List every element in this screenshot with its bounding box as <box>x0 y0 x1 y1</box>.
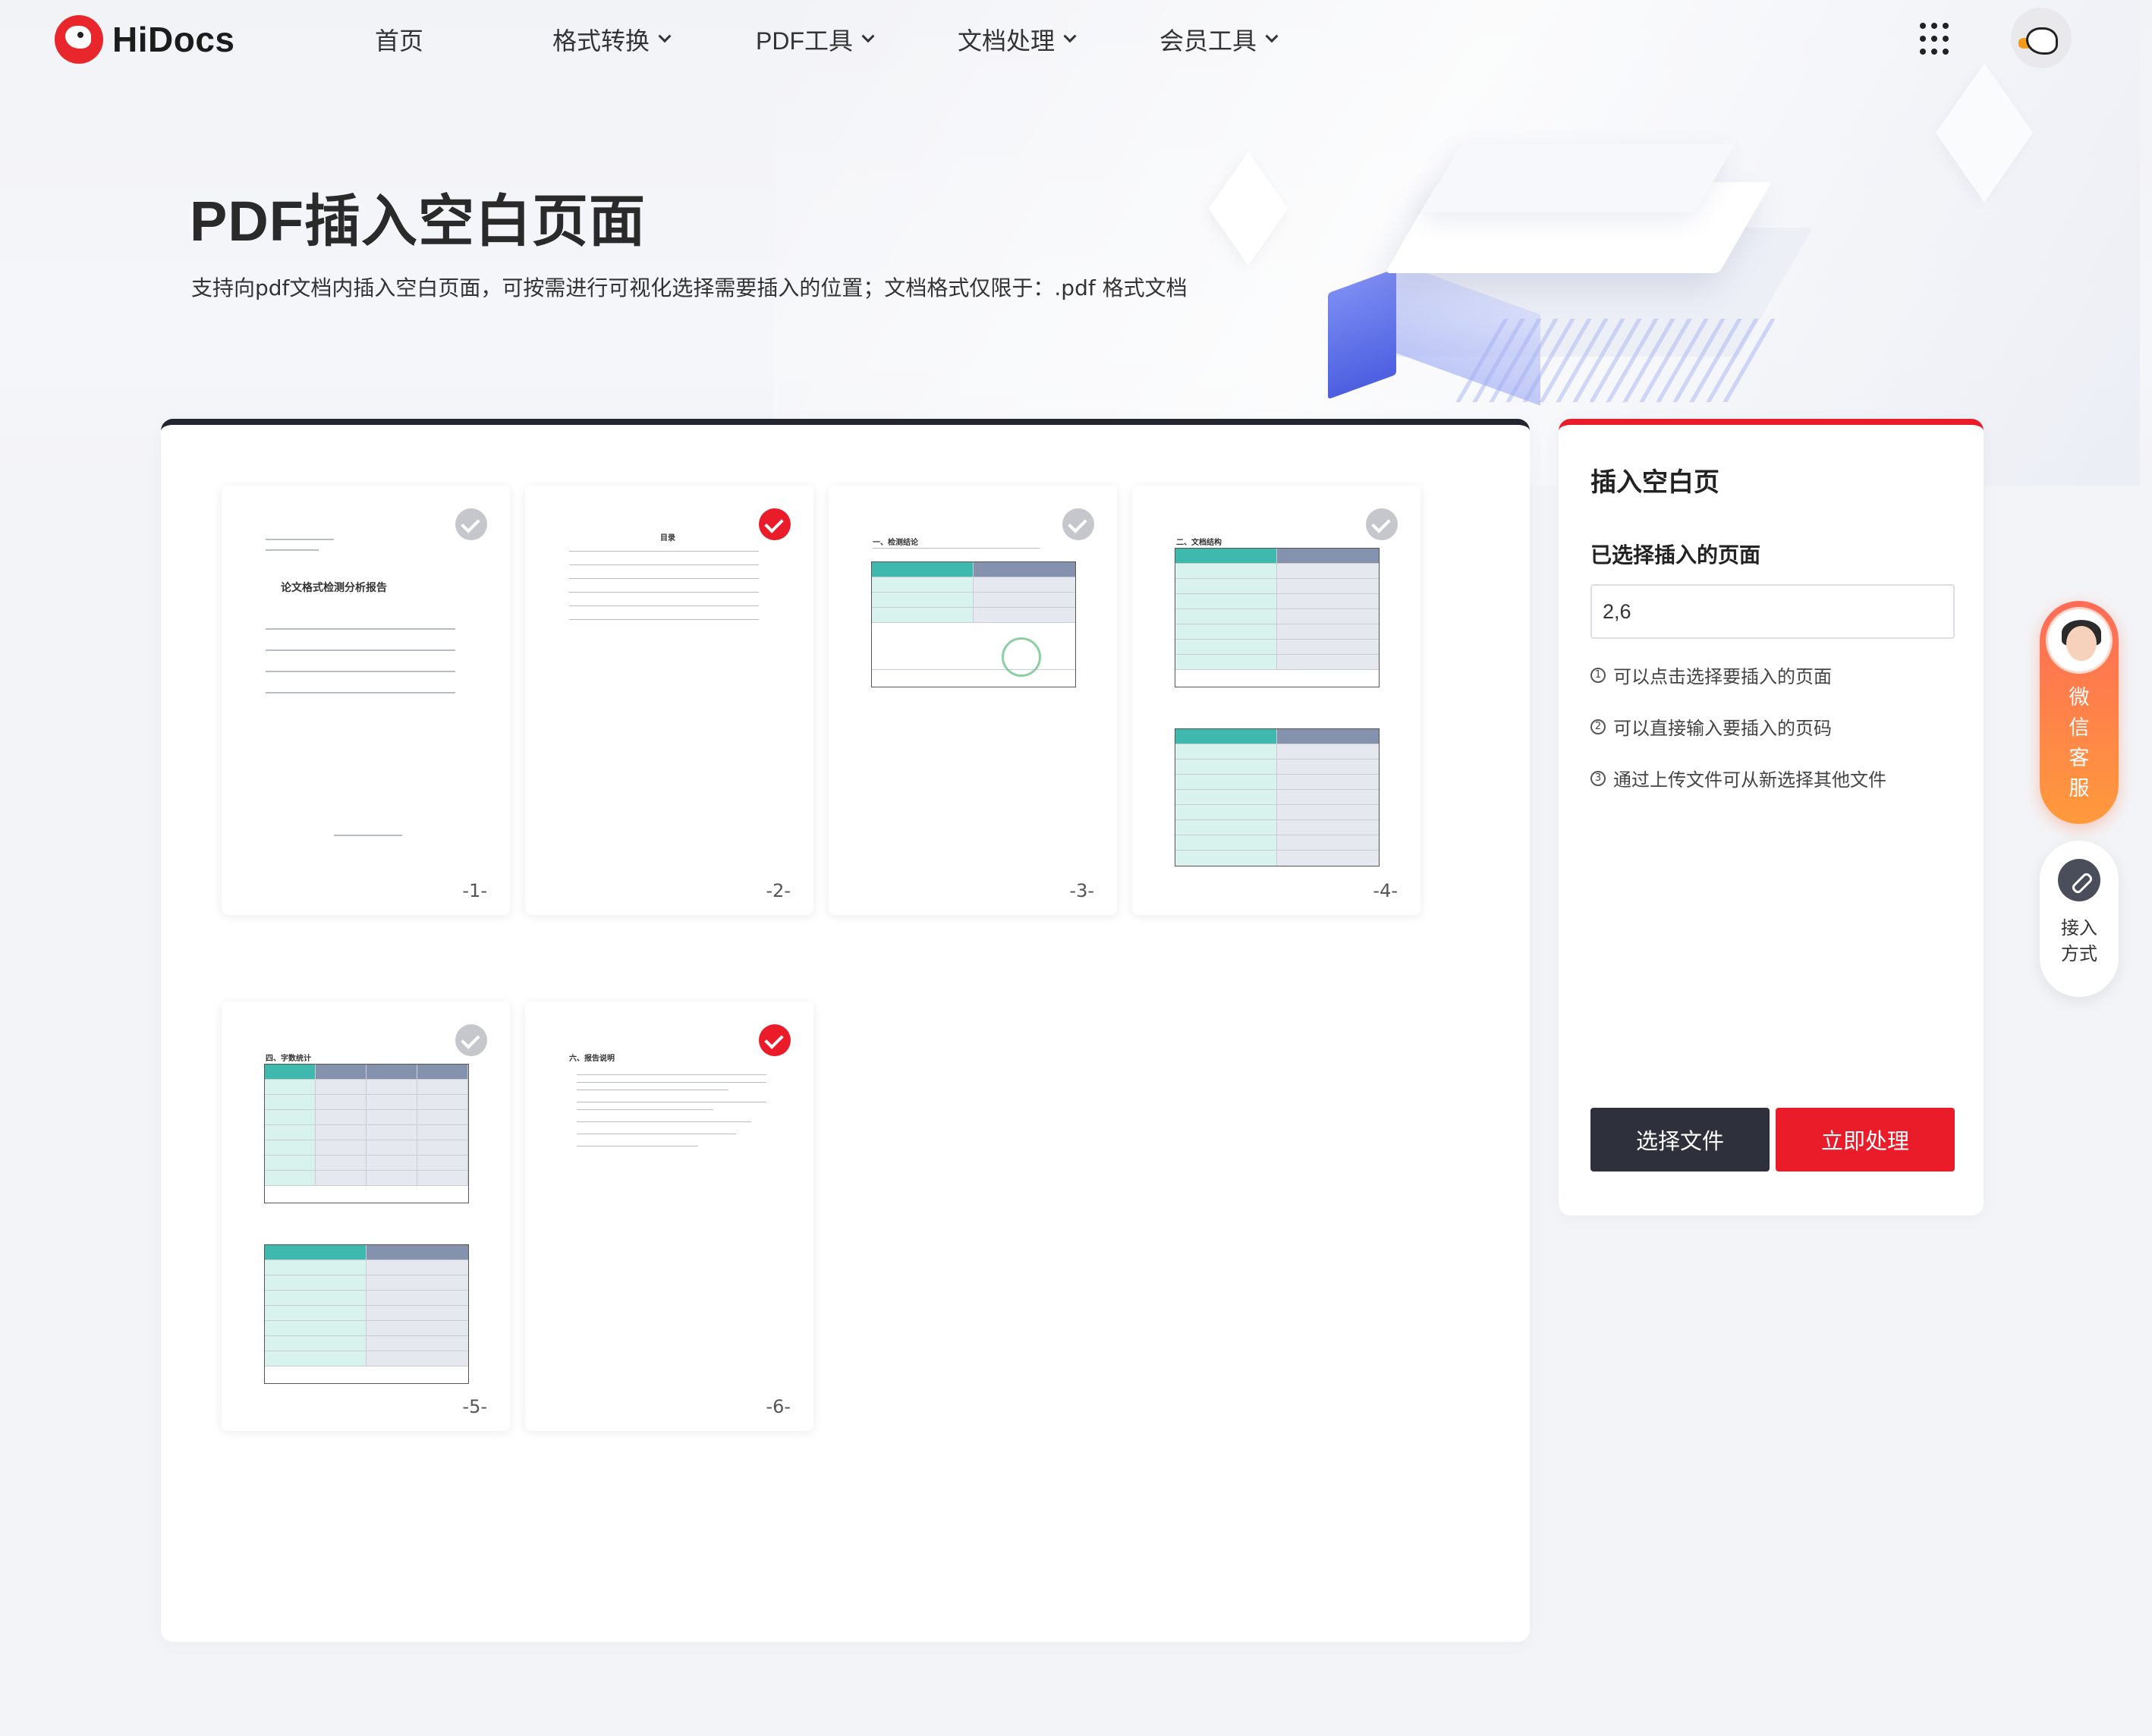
nav-item-home[interactable]: 首页 <box>375 20 423 59</box>
doc-table <box>264 1064 469 1203</box>
selected-pages-input[interactable] <box>1590 584 1955 639</box>
page-number: -4- <box>1373 880 1398 901</box>
process-now-button[interactable]: 立即处理 <box>1776 1108 1955 1171</box>
bird-logo-icon <box>55 15 103 64</box>
page-preview: 论文格式检测分析报告 <box>243 501 489 873</box>
link-icon <box>2058 859 2100 901</box>
page-thumbnail-6[interactable]: 六、报告说明 -6- <box>525 1002 813 1431</box>
nav-item-doc-processing[interactable]: 文档处理 <box>958 20 1077 59</box>
page-preview: 目录 <box>546 501 792 873</box>
brand-name: HiDocs <box>112 20 235 59</box>
page-number: -3- <box>1069 880 1094 901</box>
hint-item: 2 可以直接输入要插入的页码 <box>1590 713 1832 740</box>
page-preview: 四、字数统计 <box>243 1017 489 1388</box>
doc-title: 六、报告说明 <box>569 1055 615 1063</box>
doc-title: 二、文档结构 <box>1176 539 1222 547</box>
insert-blank-page-panel: 插入空白页 已选择插入的页面 1 可以点击选择要插入的页面 2 可以直接输入要插… <box>1559 419 1984 1216</box>
chevron-down-icon <box>658 30 672 43</box>
select-check-icon[interactable] <box>759 508 791 540</box>
service-agent-icon <box>2046 607 2113 674</box>
nav-item-label: 格式转换 <box>552 27 650 55</box>
wechat-service-label: 微 信 客 服 <box>2069 686 2090 800</box>
wechat-service-button[interactable]: 微 信 客 服 <box>2040 601 2119 824</box>
hint-item: 1 可以点击选择要插入的页面 <box>1590 662 1832 688</box>
doc-table <box>871 561 1076 687</box>
doc-table <box>264 1244 469 1384</box>
top-header: HiDocs 首页 格式转换 PDF工具 文档处理 会员工具 <box>0 0 2152 79</box>
doc-table <box>1175 728 1380 866</box>
chevron-down-icon <box>1265 30 1279 43</box>
nav-item-format-convert[interactable]: 格式转换 <box>552 20 672 59</box>
brand-logo[interactable]: HiDocs <box>55 14 234 65</box>
nav-item-pdf-tools[interactable]: PDF工具 <box>756 20 875 59</box>
doc-title: 论文格式检测分析报告 <box>281 582 387 594</box>
select-check-icon[interactable] <box>1062 508 1094 540</box>
doc-title: 四、字数统计 <box>266 1055 311 1063</box>
nav-item-label: 会员工具 <box>1159 27 1257 55</box>
nav-item-member-tools[interactable]: 会员工具 <box>1159 20 1279 59</box>
page-preview-panel: 论文格式检测分析报告 -1- 目录 -2- 一、检测结论 -3- 二、文档结构 … <box>161 419 1530 1642</box>
selected-pages-label: 已选择插入的页面 <box>1590 542 1761 568</box>
hint-item: 3 通过上传文件可从新选择其他文件 <box>1590 765 1886 791</box>
panel-title: 插入空白页 <box>1590 467 1719 498</box>
user-avatar[interactable] <box>2011 8 2072 68</box>
page-preview: 二、文档结构 <box>1153 501 1399 873</box>
nav-item-label: PDF工具 <box>756 27 854 55</box>
select-check-icon[interactable] <box>455 1024 487 1056</box>
page-preview: 一、检测结论 <box>850 501 1096 873</box>
access-method-label: 接入 方式 <box>2061 917 2097 964</box>
page-preview: 六、报告说明 <box>546 1017 792 1388</box>
select-check-icon[interactable] <box>1366 508 1398 540</box>
page-thumbnail-4[interactable]: 二、文档结构 -4- <box>1132 486 1421 915</box>
page-thumbnail-5[interactable]: 四、字数统计 -5- <box>222 1002 510 1431</box>
access-method-button[interactable]: 接入 方式 <box>2040 841 2119 997</box>
doc-title: 目录 <box>660 534 675 542</box>
page-number: -5- <box>462 1396 487 1417</box>
doc-table <box>1175 548 1380 687</box>
page-subtitle: 支持向pdf文档内插入空白页面，可按需进行可视化选择需要插入的位置；文档格式仅限… <box>191 275 1188 300</box>
page-number: -2- <box>766 880 791 901</box>
page-thumbnail-3[interactable]: 一、检测结论 -3- <box>829 486 1117 915</box>
nav-item-label: 文档处理 <box>958 27 1056 55</box>
nav-item-label: 首页 <box>375 27 424 55</box>
select-check-icon[interactable] <box>455 508 487 540</box>
select-check-icon[interactable] <box>759 1024 791 1056</box>
page-thumbnail-2[interactable]: 目录 -2- <box>525 486 813 915</box>
chevron-down-icon <box>1063 30 1077 43</box>
page-thumbnail-1[interactable]: 论文格式检测分析报告 -1- <box>222 486 510 915</box>
grid-dots-icon[interactable] <box>1920 23 1953 56</box>
chevron-down-icon <box>861 30 875 43</box>
page-number: -6- <box>766 1396 791 1417</box>
decor-lines <box>1455 319 1777 402</box>
page-title: PDF插入空白页面 <box>190 190 646 253</box>
choose-file-button[interactable]: 选择文件 <box>1590 1108 1770 1171</box>
approval-stamp <box>1002 637 1041 677</box>
page-number: -1- <box>462 880 487 901</box>
decor-slab <box>1422 144 1735 212</box>
doc-title: 一、检测结论 <box>873 539 918 547</box>
